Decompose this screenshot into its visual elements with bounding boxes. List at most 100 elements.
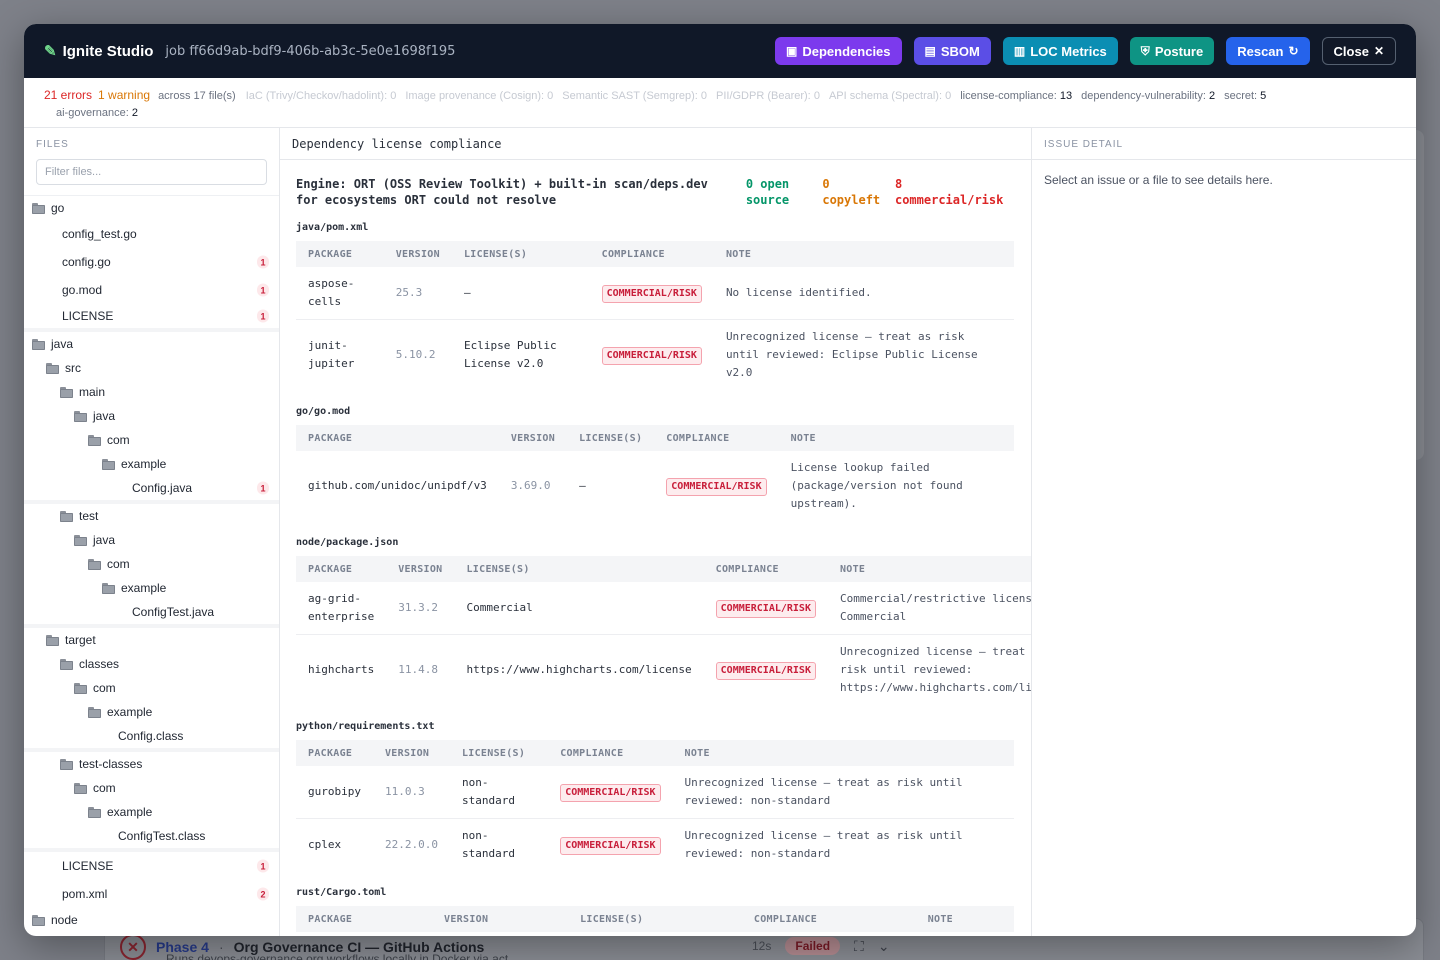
tree-folder[interactable]: example	[24, 700, 279, 724]
rescan-button[interactable]: Rescan ↻	[1226, 37, 1310, 65]
tree-folder[interactable]: java	[24, 404, 279, 428]
tree-folder[interactable]: com	[24, 676, 279, 700]
column-header: PACKAGE	[296, 740, 373, 766]
column-header: PACKAGE	[296, 425, 499, 451]
file-name: ConfigTest.class	[118, 829, 206, 843]
package-license: non-standard	[449, 766, 549, 819]
table-row[interactable]: ag-grid-enterprise 31.3.2 Commercial COMMER…	[296, 582, 1031, 635]
tree-folder[interactable]: example	[24, 800, 279, 824]
tree-folder[interactable]: target	[24, 628, 279, 652]
folder-name: com	[93, 781, 116, 795]
manifest-section: python/requirements.txt PACKAGE VERSION LIC…	[296, 721, 1015, 871]
tree-folder[interactable]: node	[24, 908, 279, 932]
filter-files-input[interactable]	[36, 159, 267, 185]
tree-folder[interactable]: example	[24, 576, 279, 600]
tree-folder[interactable]: go	[24, 196, 279, 220]
tree-folder[interactable]: com	[24, 776, 279, 800]
sbom-button[interactable]: ▤ SBOM	[913, 37, 991, 65]
topbar-actions: ▣ Dependencies ▤ SBOM ▥ LOC Metrics ⛨ Postur…	[775, 37, 1396, 65]
manifest-section: node/package.json PACKAGE VERSION LICENSE(S…	[296, 537, 1031, 705]
category-chip[interactable]: API schema (Spectral): 0	[829, 90, 951, 102]
category-chip[interactable]: ai-governance: 2	[56, 107, 138, 119]
manifest-section: rust/Cargo.toml PACKAGE VERSION LICENSE(S) C…	[296, 887, 1015, 932]
tree-folder[interactable]: com	[24, 552, 279, 576]
tree-file[interactable]: config_test.go	[24, 220, 279, 248]
category-chip[interactable]: license-compliance: 13	[960, 90, 1072, 102]
dependencies-label: Dependencies	[802, 43, 891, 59]
category-chip[interactable]: PII/GDPR (Bearer): 0	[716, 90, 820, 102]
category-label: Semantic SAST (Semgrep):	[562, 90, 698, 102]
file-tree: go config_test.go config.go 1 go.mod 1 LICENSE…	[24, 195, 279, 932]
tree-file[interactable]: LICENSE 1	[24, 852, 279, 880]
tree-folder[interactable]: java	[24, 332, 279, 356]
column-header: PACKAGE	[296, 556, 387, 582]
tree-file[interactable]: pom.xml 2	[24, 880, 279, 908]
column-header: COMPLIANCE	[654, 425, 779, 451]
folder-name: classes	[79, 657, 120, 671]
package-version: 25.3	[383, 267, 452, 320]
tree-folder[interactable]: classes	[24, 652, 279, 676]
table-row[interactable]: junit-jupiter 5.10.2 Eclipse Public Licens…	[296, 320, 1014, 391]
chevron-down-icon[interactable]: ⌄	[878, 938, 890, 955]
manifest-file-title[interactable]: java/pom.xml	[296, 222, 1015, 233]
tree-file[interactable]: ConfigTest.class	[24, 824, 279, 852]
category-chip[interactable]: Semantic SAST (Semgrep): 0	[562, 90, 707, 102]
copyleft-count: 0 copyleft	[822, 177, 881, 207]
table-row[interactable]: gurobipy 11.0.3 non-standard COMMERCIAL/RIS…	[296, 766, 1014, 819]
table-row[interactable]: cplex 22.2.0.0 non-standard COMMERCIAL/RISK…	[296, 819, 1014, 872]
category-count: 2	[1208, 90, 1216, 102]
tree-folder[interactable]: test-classes	[24, 752, 279, 776]
table-row[interactable]: highcharts 11.4.8 https://www.highcharts.c…	[296, 635, 1031, 706]
column-header: NOTE	[827, 556, 1031, 582]
modal-topbar: ✎ Ignite Studio job ff66d9ab-bdf9-406b-a…	[24, 24, 1416, 78]
folder-icon	[32, 338, 47, 350]
tree-folder[interactable]: main	[24, 380, 279, 404]
file-name: ConfigTest.java	[132, 605, 215, 619]
issue-count-badge: 1	[257, 255, 269, 269]
folder-name: example	[121, 457, 167, 471]
tree-folder[interactable]: java	[24, 528, 279, 552]
tree-file[interactable]: LICENSE 1	[24, 304, 279, 332]
manifest-section: go/go.mod PACKAGE VERSION LICENSE(S) COMPLIA…	[296, 406, 1015, 521]
header-row: PACKAGE VERSION LICENSE(S) COMPLIANCE NOTE	[296, 740, 1014, 766]
package-name: gurobipy	[296, 766, 373, 819]
expand-icon[interactable]: ⛶	[854, 938, 864, 955]
tree-file[interactable]: ConfigTest.java	[24, 600, 279, 628]
tree-file[interactable]: go.mod 1	[24, 276, 279, 304]
category-chip[interactable]: Image provenance (Cosign): 0	[405, 90, 553, 102]
column-header: LICENSE(S)	[568, 906, 742, 932]
close-button[interactable]: Close ✕	[1321, 37, 1396, 65]
tree-folder[interactable]: com	[24, 428, 279, 452]
loc-metrics-button[interactable]: ▥ LOC Metrics	[1002, 37, 1118, 65]
folder-icon	[88, 558, 103, 570]
compliance-cell: COMMERCIAL/RISK	[654, 451, 778, 521]
tree-file[interactable]: config.go 1	[24, 248, 279, 276]
license-table-head: PACKAGE VERSION LICENSE(S) COMPLIANCE NOTE	[296, 740, 1014, 766]
manifest-file-title[interactable]: go/go.mod	[296, 406, 1015, 417]
compliance-note: Unrecognized license — treat as risk unt…	[684, 829, 963, 860]
posture-button[interactable]: ⛨ Posture	[1129, 37, 1215, 65]
manifest-file-title[interactable]: node/package.json	[296, 537, 1015, 548]
table-row[interactable]: aspose-cells 25.3— COMMERCIAL/RISK No licen…	[296, 267, 1014, 320]
category-chip[interactable]: secret: 5	[1224, 90, 1266, 102]
tree-file[interactable]: Config.java 1	[24, 476, 279, 504]
folder-name: java	[93, 409, 116, 423]
tree-folder[interactable]: src	[24, 356, 279, 380]
license-compliance-pane: Dependency license compliance Engine: OR…	[280, 128, 1032, 936]
folder-name: example	[121, 581, 167, 595]
issue-count-badge: 1	[257, 859, 269, 873]
category-count: 2	[131, 107, 138, 119]
manifest-file-title[interactable]: python/requirements.txt	[296, 721, 1015, 732]
category-chip[interactable]: IaC (Trivy/Checkov/hadolint): 0	[246, 90, 397, 102]
license-table: PACKAGE VERSION LICENSE(S) COMPLIANCE NOTE ag…	[296, 556, 1031, 706]
tree-folder[interactable]: example	[24, 452, 279, 476]
tree-file[interactable]: Config.class	[24, 724, 279, 752]
header-row: PACKAGE VERSION LICENSE(S) COMPLIANCE NOTE	[296, 556, 1031, 582]
category-label: PII/GDPR (Bearer):	[716, 90, 811, 102]
manifest-file-title[interactable]: rust/Cargo.toml	[296, 887, 1015, 898]
category-chip[interactable]: dependency-vulnerability: 2	[1081, 90, 1215, 102]
dependencies-button[interactable]: ▣ Dependencies	[775, 37, 902, 65]
tree-folder[interactable]: test	[24, 504, 279, 528]
table-row[interactable]: github.com/unidoc/unipdf/v3 3.69.0 — COMMER…	[296, 451, 1014, 521]
folder-name: test	[79, 509, 99, 523]
